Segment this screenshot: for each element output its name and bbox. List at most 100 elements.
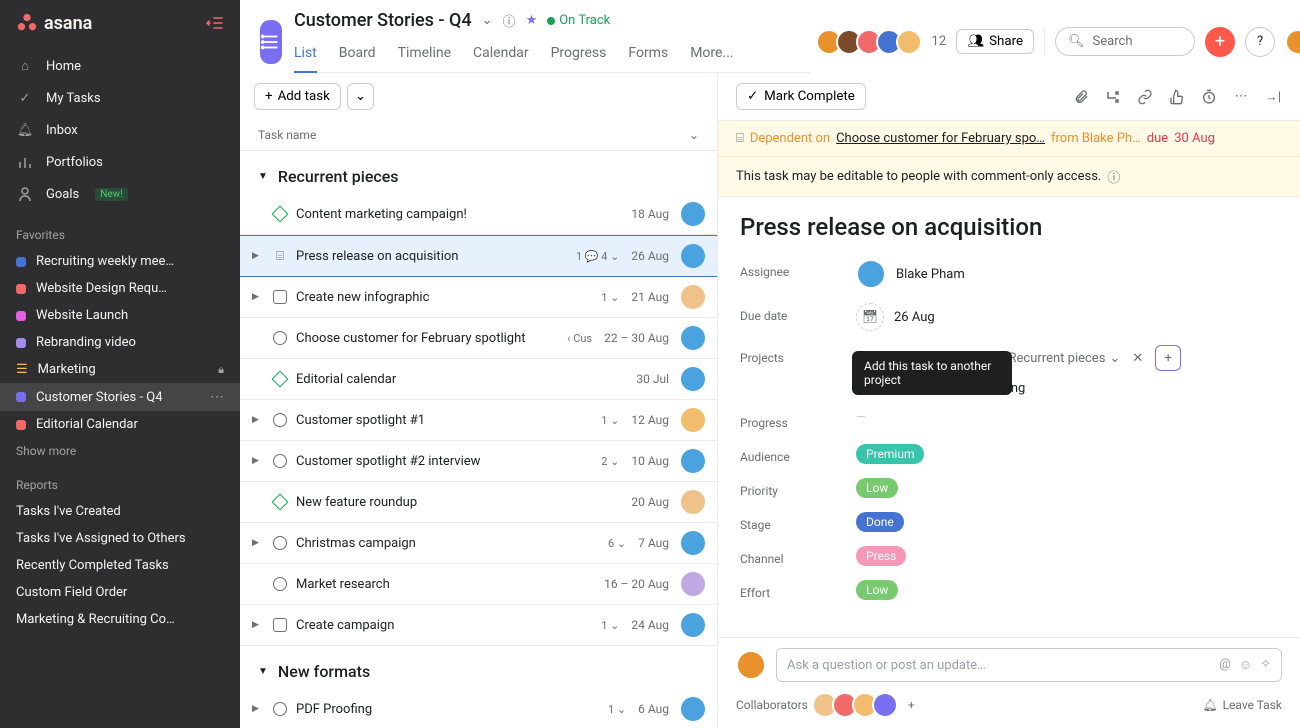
assignee-avatar[interactable]: [681, 613, 705, 637]
link-icon[interactable]: [1136, 89, 1154, 105]
task-row[interactable]: ▶PDF Proofing1 ⌄6 Aug: [240, 689, 717, 728]
share-button[interactable]: 👥︎Share: [956, 29, 1034, 54]
member-avatars[interactable]: [822, 29, 922, 55]
assignee-avatar[interactable]: [681, 326, 705, 350]
search-input[interactable]: 🔍︎Search: [1055, 27, 1195, 56]
task-row[interactable]: Content marketing campaign!18 Aug: [240, 194, 717, 235]
assignee-avatar[interactable]: [681, 449, 705, 473]
close-pane-icon[interactable]: →|: [1264, 89, 1282, 105]
tab-calendar[interactable]: Calendar: [473, 39, 529, 72]
omni-add-button[interactable]: +: [1205, 27, 1235, 57]
asana-logo[interactable]: asana: [16, 12, 92, 34]
more-icon[interactable]: ⋯: [210, 389, 224, 405]
chevron-down-icon[interactable]: ⌄: [482, 13, 493, 28]
sidebar-favorite[interactable]: Website Design Requ…: [0, 275, 240, 302]
expand-icon[interactable]: ▶: [252, 415, 264, 425]
assignee-avatar[interactable]: [856, 259, 886, 289]
task-row[interactable]: Choose customer for February spotlight‹ …: [240, 318, 717, 359]
check-circle-icon[interactable]: [273, 536, 287, 550]
due-date-value[interactable]: 26 Aug: [894, 310, 935, 325]
info-icon[interactable]: ⓘ: [503, 11, 516, 30]
sidebar-favorite[interactable]: Website Launch: [0, 302, 240, 329]
chevron-down-icon[interactable]: ⌄: [689, 128, 699, 142]
add-task-dropdown[interactable]: ⌄: [347, 83, 374, 110]
status-badge[interactable]: On Track: [547, 13, 610, 28]
project-icon[interactable]: [260, 20, 282, 64]
nav-my-tasks[interactable]: ✓My Tasks: [0, 82, 240, 114]
star-icon[interactable]: ★: [526, 13, 538, 28]
task-row[interactable]: Editorial calendar30 Jul: [240, 359, 717, 400]
attachment-icon[interactable]: [1072, 89, 1090, 105]
task-row[interactable]: ▶Create campaign1 ⌄24 Aug: [240, 605, 717, 646]
project-section-chip[interactable]: Recurrent pieces ⌄: [1009, 351, 1121, 366]
sidebar-report[interactable]: Tasks I've Created: [0, 498, 240, 525]
task-row[interactable]: New feature roundup20 Aug: [240, 482, 717, 523]
assignee-avatar[interactable]: [681, 531, 705, 555]
tab-list[interactable]: List: [294, 39, 317, 73]
sidebar-favorite[interactable]: Recruiting weekly mee…: [0, 248, 240, 275]
check-circle-icon[interactable]: [273, 702, 287, 716]
like-icon[interactable]: [1168, 89, 1186, 105]
comment-input[interactable]: Ask a question or post an update… @☺✧: [776, 648, 1282, 682]
mark-complete-button[interactable]: ✓Mark Complete: [736, 83, 866, 110]
sidebar-favorite[interactable]: Customer Stories - Q4⋯: [0, 383, 240, 411]
channel-pill[interactable]: Press: [856, 546, 906, 566]
add-task-button[interactable]: +Add task: [254, 83, 341, 110]
tab-progress[interactable]: Progress: [551, 39, 607, 72]
assignee-avatar[interactable]: [681, 697, 705, 721]
expand-icon[interactable]: ▶: [252, 704, 264, 714]
nav-goals[interactable]: GoalsNew!: [0, 178, 240, 210]
add-collaborator-icon[interactable]: +: [908, 698, 915, 712]
task-row[interactable]: Market research16 – 20 Aug: [240, 564, 717, 605]
nav-home[interactable]: ⌂Home: [0, 50, 240, 82]
tab-forms[interactable]: Forms: [628, 39, 668, 72]
timer-icon[interactable]: [1200, 89, 1218, 105]
assignee-avatar[interactable]: [681, 572, 705, 596]
section-header[interactable]: ▼Recurrent pieces: [258, 167, 699, 186]
emoji-icon[interactable]: ☺: [1239, 657, 1252, 673]
expand-icon[interactable]: ▶: [252, 620, 264, 630]
check-circle-icon[interactable]: [273, 413, 287, 427]
assignee-avatar[interactable]: [681, 202, 705, 226]
project-title[interactable]: Customer Stories - Q4: [294, 10, 472, 31]
expand-icon[interactable]: ▶: [252, 456, 264, 466]
add-project-button[interactable]: +: [1155, 345, 1181, 371]
assignee-avatar[interactable]: [681, 367, 705, 391]
task-title[interactable]: Press release on acquisition: [740, 213, 1278, 241]
tab-board[interactable]: Board: [339, 39, 376, 72]
assignee-avatar[interactable]: [681, 244, 705, 268]
star-outline-icon[interactable]: ✧: [1260, 657, 1271, 673]
remove-project-icon[interactable]: ✕: [1128, 349, 1147, 368]
sidebar-report[interactable]: Recently Completed Tasks: [0, 552, 240, 579]
user-avatar[interactable]: [1285, 29, 1300, 55]
expand-icon[interactable]: ▶: [252, 292, 264, 302]
sidebar-favorite[interactable]: Editorial Calendar: [0, 411, 240, 438]
task-row[interactable]: ▶Christmas campaign6 ⌄7 Aug: [240, 523, 717, 564]
sidebar-report[interactable]: Tasks I've Assigned to Others: [0, 525, 240, 552]
assignee-avatar[interactable]: [681, 408, 705, 432]
collaborator-avatars[interactable]: [818, 692, 898, 718]
info-icon[interactable]: ⓘ: [1107, 167, 1120, 186]
check-circle-icon[interactable]: [273, 577, 287, 591]
check-circle-icon[interactable]: [273, 454, 287, 468]
assignee-name[interactable]: Blake Pham: [896, 267, 965, 282]
help-button[interactable]: ?: [1245, 27, 1275, 57]
tab-more[interactable]: More...: [690, 39, 733, 72]
task-row[interactable]: ▶⌸Press release on acquisition1 💬 4 ⌄26 …: [240, 235, 717, 277]
task-row[interactable]: ▶Create new infographic1 ⌄21 Aug: [240, 277, 717, 318]
assignee-avatar[interactable]: [681, 285, 705, 309]
dep-task-link[interactable]: Choose customer for February spo…: [836, 131, 1045, 146]
nav-inbox[interactable]: 🔔︎Inbox: [0, 114, 240, 146]
audience-pill[interactable]: Premium: [856, 444, 924, 464]
priority-pill[interactable]: Low: [856, 478, 898, 498]
assignee-avatar[interactable]: [681, 490, 705, 514]
section-header[interactable]: ▼New formats: [258, 662, 699, 681]
check-circle-icon[interactable]: [273, 331, 287, 345]
more-icon[interactable]: ⋯: [1232, 89, 1250, 104]
sidebar-report[interactable]: Custom Field Order: [0, 579, 240, 606]
at-icon[interactable]: @: [1219, 657, 1231, 673]
show-more[interactable]: Show more: [0, 438, 240, 464]
sidebar-report[interactable]: Marketing & Recruiting Co…: [0, 606, 240, 633]
expand-icon[interactable]: ▶: [252, 538, 264, 548]
task-row[interactable]: ▶Customer spotlight #2 interview2 ⌄10 Au…: [240, 441, 717, 482]
